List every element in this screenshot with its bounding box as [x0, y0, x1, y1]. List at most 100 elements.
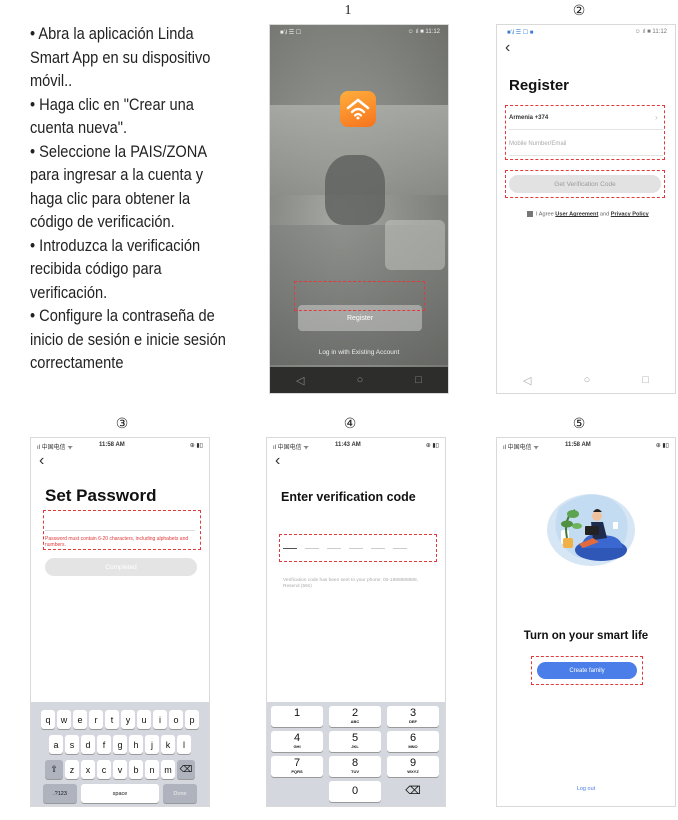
back-nav-icon[interactable]: ◁ [296, 374, 304, 387]
numpad-key-6[interactable]: 6 MNO [387, 731, 439, 752]
key-s[interactable]: s [65, 735, 79, 754]
numpad-key-9[interactable]: 9 WXYZ [387, 756, 439, 777]
numpad-digit: 2 [351, 707, 359, 719]
key-m[interactable]: m [161, 760, 175, 779]
step-number-3: ③ [115, 417, 129, 432]
home-nav-icon[interactable]: ○ [357, 374, 364, 386]
phone-screen-verification-code: ıl 中国电信 ᯤ 11:43 AM ⊕ ▮▯ ‹ Enter verifica… [266, 437, 446, 807]
status-bar: ■'ᵢl ☰ ☐ ■ ☺ ıl ■ 11:12 [507, 29, 667, 36]
shift-key[interactable]: ⇧ [45, 760, 63, 779]
key-r[interactable]: r [89, 710, 103, 729]
back-nav-icon[interactable]: ◁ [523, 374, 531, 387]
key-k[interactable]: k [161, 735, 175, 754]
recents-nav-icon[interactable]: □ [415, 374, 422, 386]
recents-nav-icon[interactable]: □ [642, 374, 649, 386]
status-bar: ıl 中国电信 ᯤ 11:58 AM ⊕ ▮▯ [37, 442, 203, 451]
step-number-2: ② [572, 4, 586, 19]
highlight-box [505, 170, 665, 198]
page-title: Register [509, 77, 570, 94]
key-x[interactable]: x [81, 760, 95, 779]
completed-button[interactable]: Completed [45, 558, 197, 576]
numbers-key[interactable]: .?123 [43, 784, 77, 803]
login-existing-link[interactable]: Log in with Existing Account [270, 349, 448, 356]
back-icon[interactable]: ‹ [39, 452, 44, 470]
numeric-keypad: 1 2 ABC 3 DEF 4 GHI 5 JKL 6 MNO 7 PQRS 8 TUV 9 WXYZ 0 ⌫ [267, 702, 445, 806]
smart-life-illustration [547, 483, 635, 566]
keyboard-row-2: asdfghjkl [31, 735, 209, 754]
key-b[interactable]: b [129, 760, 143, 779]
step-number-1: 1 [344, 3, 352, 18]
key-c[interactable]: c [97, 760, 111, 779]
numpad-key-8[interactable]: 8 TUV [329, 756, 381, 777]
key-a[interactable]: a [49, 735, 63, 754]
status-bar: ıl 中国电信 ᯤ 11:58 AM ⊕ ▮▯ [503, 442, 669, 451]
numpad-key-4[interactable]: 4 GHI [271, 731, 323, 752]
agree-checkbox[interactable] [527, 211, 533, 217]
android-nav-bar: ◁ ○ □ [497, 367, 675, 393]
key-y[interactable]: y [121, 710, 135, 729]
numpad-key-5[interactable]: 5 JKL [329, 731, 381, 752]
instruction-3: • Seleccione la PAIS/ZONA para ingresar … [30, 141, 207, 232]
numpad-digit: 9 [409, 757, 417, 769]
numpad-letters: MNO [408, 744, 418, 749]
key-w[interactable]: w [57, 710, 71, 729]
status-bar: ■'ᵢl ☰ ☐ ☺ ıl ■ 11:12 [280, 29, 440, 36]
back-icon[interactable]: ‹ [505, 39, 510, 57]
key-f[interactable]: f [97, 735, 111, 754]
highlight-box [531, 656, 643, 685]
background-blur [385, 220, 445, 270]
logout-link[interactable]: Log out [497, 786, 675, 792]
numpad-key-1[interactable]: 1 [271, 706, 323, 727]
phone-screen-welcome: ■'ᵢl ☰ ☐ ☺ ıl ■ 11:12 Register Log in wi… [269, 24, 449, 394]
key-h[interactable]: h [129, 735, 143, 754]
phone-screen-set-password: ıl 中国电信 ᯤ 11:58 AM ⊕ ▮▯ ‹ Set Password P… [30, 437, 210, 807]
numpad-letters: GHI [293, 744, 301, 749]
numpad-digit: 4 [293, 732, 301, 744]
space-key[interactable]: space [81, 784, 159, 803]
back-icon[interactable]: ‹ [275, 452, 280, 470]
numpad-digit: 1 [293, 707, 301, 719]
keyboard-row-1: qwertyuiop [31, 710, 209, 729]
key-q[interactable]: q [41, 710, 55, 729]
numpad-digit: 0 [351, 785, 359, 797]
done-key[interactable]: Done [163, 784, 197, 803]
phone-screen-smart-life: ıl 中国电信 ᯤ 11:58 AM ⊕ ▮▯ Turn on your sma… [496, 437, 676, 807]
key-t[interactable]: t [105, 710, 119, 729]
key-z[interactable]: z [65, 760, 79, 779]
page-title: Set Password [45, 486, 157, 505]
step-number-4: ④ [343, 417, 357, 432]
numpad-delete-key[interactable]: ⌫ [387, 781, 439, 802]
user-agreement-link[interactable]: User Agreement [555, 211, 598, 217]
highlight-box [43, 510, 201, 550]
home-nav-icon[interactable]: ○ [584, 374, 591, 386]
numpad-digit: 3 [409, 707, 417, 719]
numpad-digit: 7 [293, 757, 301, 769]
key-o[interactable]: o [169, 710, 183, 729]
instruction-2: • Haga clic en "Crear una cuenta nueva". [30, 94, 194, 138]
key-d[interactable]: d [81, 735, 95, 754]
numpad-key-0[interactable]: 0 [329, 781, 381, 802]
key-n[interactable]: n [145, 760, 159, 779]
status-bar: ıl 中国电信 ᯤ 11:43 AM ⊕ ▮▯ [273, 442, 439, 451]
numpad-digit: 6 [409, 732, 417, 744]
key-g[interactable]: g [113, 735, 127, 754]
numpad-key-7[interactable]: 7 PQRS [271, 756, 323, 777]
key-u[interactable]: u [137, 710, 151, 729]
numpad-key-2[interactable]: 2 ABC [329, 706, 381, 727]
key-e[interactable]: e [73, 710, 87, 729]
key-p[interactable]: p [185, 710, 199, 729]
highlight-box [505, 105, 665, 160]
keyboard-row-4: .?123 space Done [31, 784, 209, 803]
key-v[interactable]: v [113, 760, 127, 779]
key-l[interactable]: l [177, 735, 191, 754]
qwerty-keyboard: qwertyuiop asdfghjkl ⇧ z x c v b n m ⌫ .?123 spa… [31, 702, 209, 806]
privacy-policy-link[interactable]: Privacy Policy [611, 211, 649, 217]
numpad-key-3[interactable]: 3 DEF [387, 706, 439, 727]
numpad-digit: 5 [351, 732, 359, 744]
key-j[interactable]: j [145, 735, 159, 754]
delete-key[interactable]: ⌫ [177, 760, 195, 779]
numpad-letters: DEF [409, 719, 417, 724]
numpad-letters: ABC [350, 719, 360, 724]
key-i[interactable]: i [153, 710, 167, 729]
instruction-5: • Configure la contraseña de inicio de s… [30, 306, 226, 372]
